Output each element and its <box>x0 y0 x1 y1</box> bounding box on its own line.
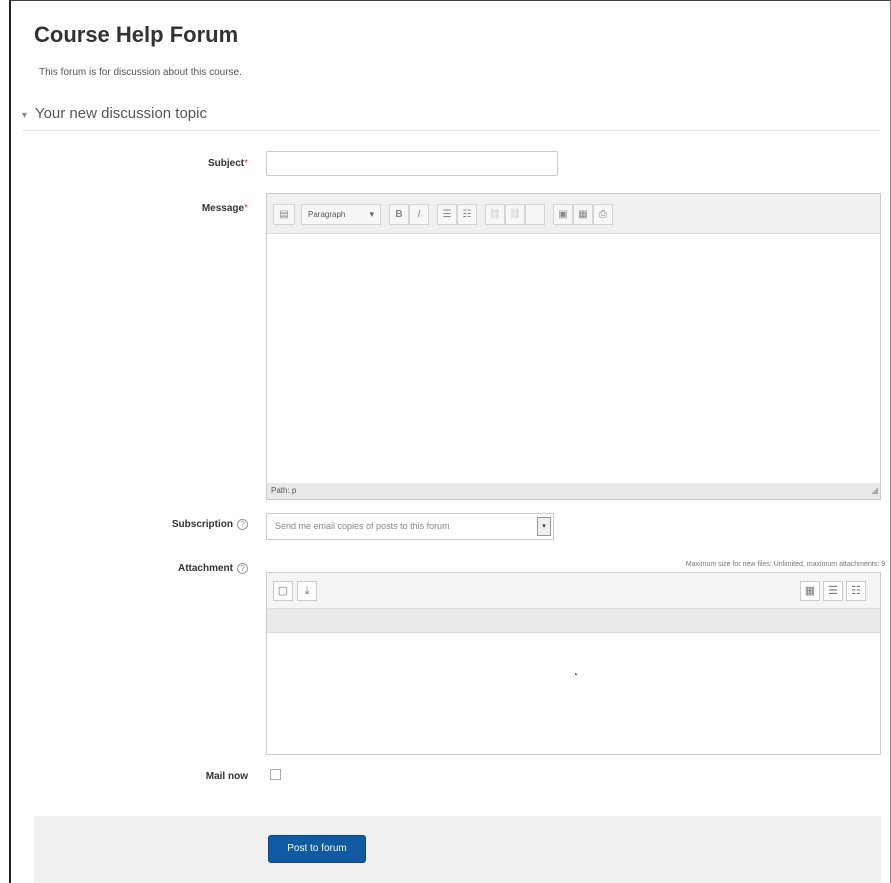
unlink-icon[interactable]: ⛓ <box>505 204 525 225</box>
resize-grip-icon[interactable]: ◢ <box>871 482 878 498</box>
view-list-icon[interactable]: ☰ <box>823 581 843 601</box>
view-tree-icon[interactable]: ☷ <box>846 581 866 601</box>
help-icon[interactable]: ? <box>237 519 248 530</box>
attachment-limit-note: Maximum size for new files: Unlimited, m… <box>685 561 885 568</box>
forum-description: This forum is for discussion about this … <box>39 67 242 78</box>
section-title: Your new discussion topic <box>34 105 207 122</box>
message-label: Message* <box>201 203 248 214</box>
editor-toolbar: ▤ Paragraph ▾ B I ☰ ☷ ⛓ ⛓ ▣ ▦ ⎙ <box>267 194 880 234</box>
toolbar-toggle-icon[interactable]: ▤ <box>273 204 295 225</box>
help-icon[interactable]: ? <box>237 563 248 574</box>
form-actions-band <box>34 816 881 883</box>
italic-button[interactable]: I <box>409 204 429 225</box>
image-icon[interactable]: ▣ <box>553 204 573 225</box>
mail-now-checkbox[interactable] <box>270 769 281 780</box>
bold-button[interactable]: B <box>389 204 409 225</box>
link-icon[interactable]: ⛓ <box>485 204 505 225</box>
attachment-filepicker: ▢ ⤓ ▦ ☰ ☷ ◔ <box>266 572 881 755</box>
paragraph-format-select[interactable]: Paragraph ▾ <box>301 204 381 225</box>
element-path: Path: p <box>271 486 297 495</box>
subscription-label: Subscription? <box>130 519 248 530</box>
section-header[interactable]: ▾ Your new discussion topic <box>22 105 207 122</box>
chevron-down-icon: ▾ <box>537 517 551 536</box>
post-to-forum-button[interactable]: Post to forum <box>268 835 366 863</box>
add-file-icon[interactable]: ▢ <box>273 581 293 601</box>
subject-label: Subject* <box>207 158 248 169</box>
file-drop-area[interactable]: ◔ <box>267 633 880 754</box>
download-icon[interactable]: ⤓ <box>297 581 317 601</box>
chevron-down-icon: ▾ <box>369 209 374 219</box>
media-icon[interactable]: ▦ <box>573 204 593 225</box>
bullet-list-icon[interactable]: ☰ <box>437 204 457 225</box>
section-divider <box>22 130 880 131</box>
message-editor: ▤ Paragraph ▾ B I ☰ ☷ ⛓ ⛓ ▣ ▦ ⎙ Path: p … <box>266 193 881 500</box>
required-mark: * <box>244 158 248 169</box>
subject-input[interactable] <box>266 151 558 176</box>
editor-status-bar: Path: p ◢ <box>267 483 880 499</box>
loading-spinner-icon: ◔ <box>572 670 579 681</box>
manage-files-icon[interactable]: ⎙ <box>593 204 613 225</box>
page-title: Course Help Forum <box>34 22 239 47</box>
filepicker-path-bar <box>267 609 880 633</box>
attachment-label: Attachment? <box>130 563 248 574</box>
numbered-list-icon[interactable]: ☷ <box>457 204 477 225</box>
collapse-toggle-icon[interactable]: ▾ <box>22 110 27 121</box>
filepicker-toolbar: ▢ ⤓ ▦ ☰ ☷ <box>267 573 880 609</box>
required-mark: * <box>244 203 248 214</box>
mail-now-label: Mail now <box>205 771 248 782</box>
view-icons-icon[interactable]: ▦ <box>800 581 820 601</box>
message-textarea[interactable] <box>267 234 880 483</box>
subscription-select[interactable]: Send me email copies of posts to this fo… <box>266 513 554 540</box>
blank-icon[interactable] <box>525 204 545 225</box>
